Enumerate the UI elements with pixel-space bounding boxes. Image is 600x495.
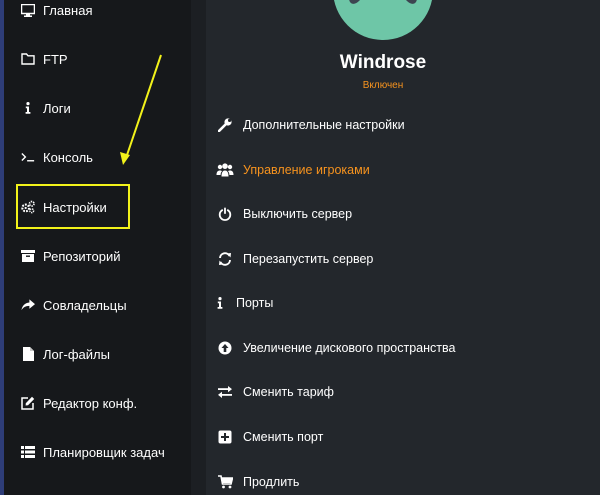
- annotation-arrow: [120, 54, 162, 165]
